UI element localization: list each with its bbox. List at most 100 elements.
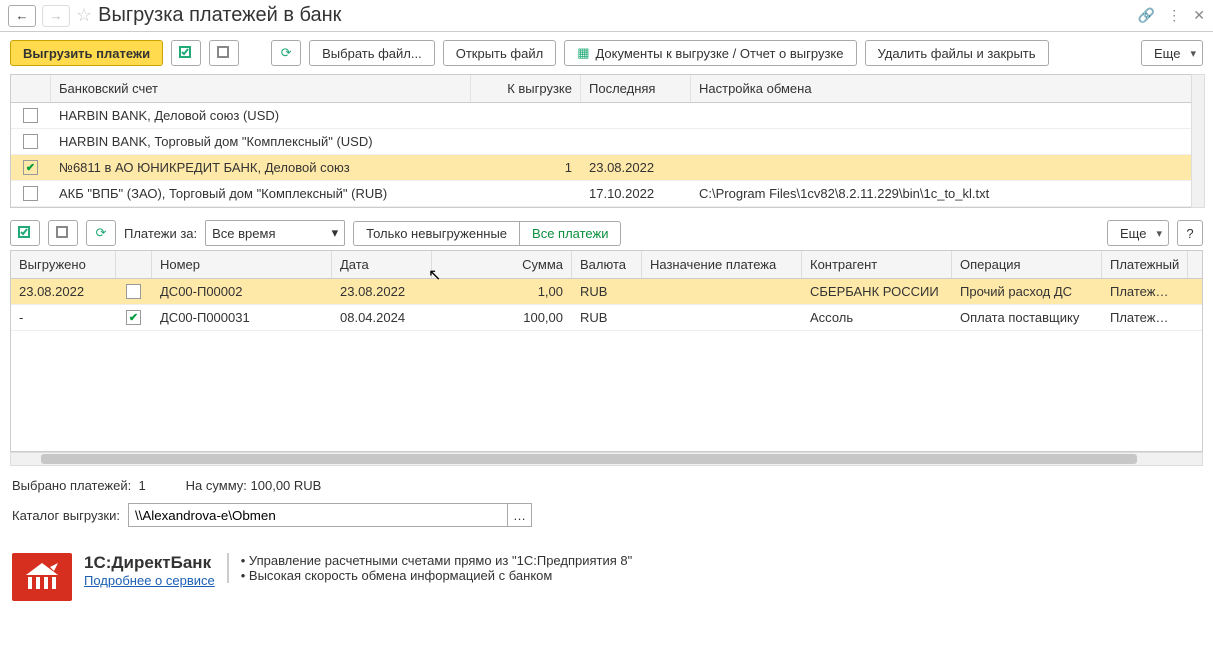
catalog-browse-button[interactable]: … [508, 503, 532, 527]
account-name: HARBIN BANK, Торговый дом "Комплексный" … [51, 129, 471, 154]
period-label: Платежи за: [124, 226, 197, 241]
account-row[interactable]: №6811 в АО ЮНИКРЕДИТ БАНК, Деловой союз1… [11, 155, 1202, 181]
account-config: C:\Program Files\1cv82\8.2.11.229\bin\1c… [691, 181, 1202, 206]
col-operation[interactable]: Операция [952, 251, 1102, 278]
col-account[interactable]: Банковский счет [51, 75, 471, 102]
payments-hscrollbar[interactable] [10, 452, 1203, 466]
help-button[interactable]: ? [1177, 220, 1203, 246]
delete-close-button[interactable]: Удалить файлы и закрыть [865, 40, 1049, 66]
link-icon[interactable]: 🔗 [1138, 7, 1155, 24]
catalog-label: Каталог выгрузки: [12, 508, 120, 523]
col-purpose[interactable]: Назначение платежа [642, 251, 802, 278]
col-sum[interactable]: Сумма [432, 251, 572, 278]
payment-date: 23.08.2022 [332, 279, 432, 304]
accounts-grid: Банковский счет К выгрузке Последняя Нас… [10, 74, 1203, 208]
payment-row[interactable]: 23.08.2022ДС00-П0000223.08.20221,00RUBСБ… [11, 279, 1202, 305]
col-config[interactable]: Настройка обмена [691, 75, 1202, 102]
accounts-scrollbar[interactable] [1191, 74, 1205, 208]
check-all-button[interactable] [171, 40, 201, 66]
promo-bullet-1: • Управление расчетными счетами прямо из… [241, 553, 633, 568]
payment-exported: - [11, 305, 116, 330]
account-checkbox[interactable] [23, 134, 38, 149]
uncheck-all-payments-button[interactable] [48, 220, 78, 246]
account-last [581, 111, 691, 121]
account-last: 17.10.2022 [581, 181, 691, 206]
account-config [691, 111, 1202, 121]
payment-purpose [642, 287, 802, 297]
payment-paydoc: Платежное [1102, 305, 1182, 330]
promo-link[interactable]: Подробнее о сервисе [84, 573, 215, 588]
more-button-payments[interactable]: Еще [1107, 220, 1169, 246]
selected-count-label: Выбрано платежей: 1 [12, 478, 146, 493]
col-check [11, 75, 51, 102]
payment-sum: 100,00 [432, 305, 572, 330]
payment-purpose [642, 313, 802, 323]
col-date[interactable]: Дата [332, 251, 432, 278]
payment-agent: Ассоль [802, 305, 952, 330]
refresh-button[interactable]: ⟳ [271, 40, 301, 66]
account-name: АКБ "ВПБ" (ЗАО), Торговый дом "Комплексн… [51, 181, 471, 206]
select-file-button[interactable]: Выбрать файл... [309, 40, 435, 66]
payments-filter-segment: Только невыгруженные Все платежи [353, 221, 621, 246]
account-checkbox[interactable] [23, 186, 38, 201]
account-name: №6811 в АО ЮНИКРЕДИТ БАНК, Деловой союз [51, 155, 471, 180]
close-icon[interactable]: ✕ [1193, 7, 1205, 24]
sum-label: На сумму: 100,00 RUB [186, 478, 322, 493]
promo-bullet-2: • Высокая скорость обмена информацией с … [241, 568, 633, 583]
period-select[interactable]: Все время▾ [205, 220, 345, 246]
account-config [691, 137, 1202, 147]
payment-operation: Прочий расход ДС [952, 279, 1102, 304]
docs-report-button[interactable]: ▦Документы к выгрузке / Отчет о выгрузке [564, 40, 856, 66]
chevron-down-icon: ▾ [332, 225, 339, 241]
account-qty: 1 [471, 155, 581, 180]
page-title: Выгрузка платежей в банк [98, 4, 1132, 27]
only-unloaded-option[interactable]: Только невыгруженные [354, 222, 520, 245]
account-checkbox[interactable] [23, 160, 38, 175]
back-button[interactable]: ← [8, 5, 36, 27]
promo-title: 1С:ДиректБанк [84, 553, 215, 573]
spreadsheet-icon: ▦ [577, 45, 589, 61]
payment-number: ДС00-П000031 [152, 305, 332, 330]
uncheck-all-button[interactable] [209, 40, 239, 66]
col-qty[interactable]: К выгрузке [471, 75, 581, 102]
favorite-star-icon[interactable]: ☆ [76, 5, 92, 26]
col-check2 [116, 251, 152, 278]
export-payments-button[interactable]: Выгрузить платежи [10, 40, 163, 66]
forward-button[interactable]: → [42, 5, 70, 27]
payment-checkbox[interactable] [126, 284, 141, 299]
col-paydoc[interactable]: Платежный [1102, 251, 1188, 278]
check-all-payments-button[interactable] [10, 220, 40, 246]
account-row[interactable]: HARBIN BANK, Деловой союз (USD) [11, 103, 1202, 129]
col-last[interactable]: Последняя [581, 75, 691, 102]
account-checkbox[interactable] [23, 108, 38, 123]
more-button-top[interactable]: Еще [1141, 40, 1203, 66]
col-agent[interactable]: Контрагент [802, 251, 952, 278]
col-number[interactable]: Номер [152, 251, 332, 278]
all-payments-option[interactable]: Все платежи [520, 222, 620, 245]
catalog-input[interactable] [128, 503, 508, 527]
open-file-button[interactable]: Открыть файл [443, 40, 556, 66]
payment-currency: RUB [572, 305, 642, 330]
payment-row[interactable]: -ДС00-П00003108.04.2024100,00RUBАссольОп… [11, 305, 1202, 331]
account-name: HARBIN BANK, Деловой союз (USD) [51, 103, 471, 128]
account-last [581, 137, 691, 147]
col-currency[interactable]: Валюта [572, 251, 642, 278]
payment-currency: RUB [572, 279, 642, 304]
kebab-icon[interactable]: ⋮ [1167, 7, 1181, 24]
payment-date: 08.04.2024 [332, 305, 432, 330]
payment-exported: 23.08.2022 [11, 279, 116, 304]
account-config [691, 163, 1202, 173]
payments-grid: Выгружено Номер Дата Сумма Валюта Назнач… [10, 250, 1203, 452]
payment-number: ДС00-П00002 [152, 279, 332, 304]
col-exported[interactable]: Выгружено [11, 251, 116, 278]
account-row[interactable]: HARBIN BANK, Торговый дом "Комплексный" … [11, 129, 1202, 155]
account-last: 23.08.2022 [581, 155, 691, 180]
payment-checkbox[interactable] [126, 310, 141, 325]
payment-sum: 1,00 [432, 279, 572, 304]
account-row[interactable]: АКБ "ВПБ" (ЗАО), Торговый дом "Комплексн… [11, 181, 1202, 207]
account-qty [471, 137, 581, 147]
payment-paydoc: Платежное [1102, 279, 1182, 304]
refresh-payments-button[interactable]: ⟳ [86, 220, 116, 246]
account-qty [471, 111, 581, 121]
account-qty [471, 189, 581, 199]
